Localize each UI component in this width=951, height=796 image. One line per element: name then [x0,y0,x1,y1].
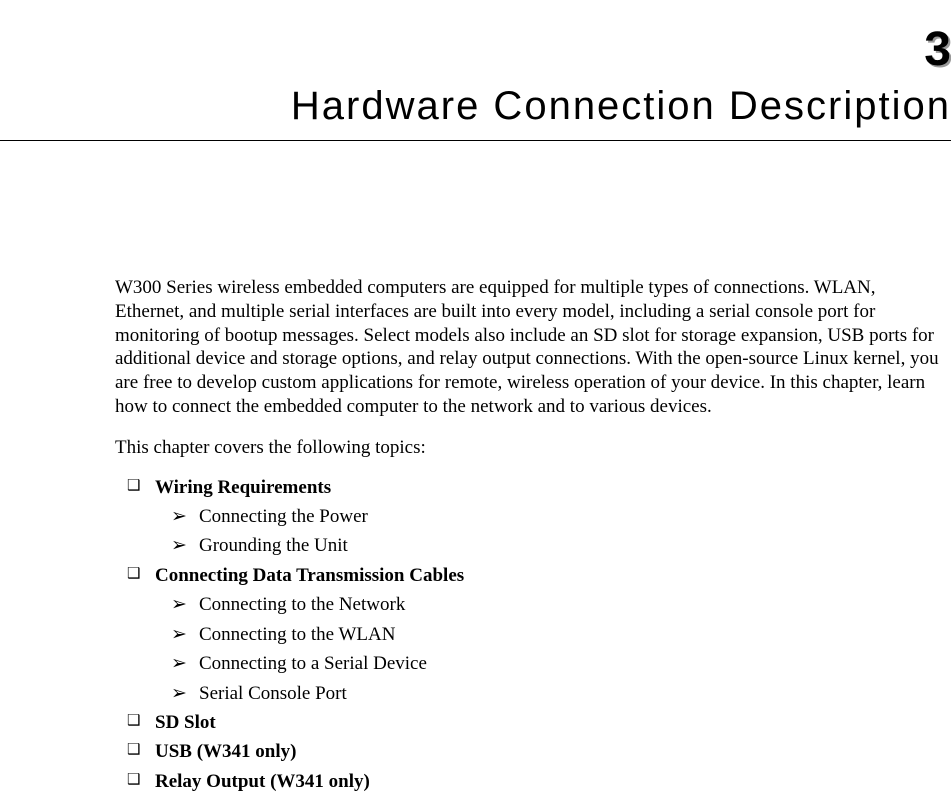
square-bullet-icon: ❑ [127,737,141,764]
topic-usb: ❑ USB (W341 only) [127,737,945,766]
topic-label: USB (W341 only) [155,737,296,766]
topic-data-transmission: ❑ Connecting Data Transmission Cables [127,561,945,590]
chapter-title: Hardware Connection Description [291,84,951,129]
arrow-bullet-icon: ➢ [171,502,185,531]
arrow-bullet-icon: ➢ [171,649,185,678]
topic-sd-slot: ❑ SD Slot [127,708,945,737]
sub-label: Grounding the Unit [199,531,348,560]
intro-paragraph: W300 Series wireless embedded computers … [115,276,945,419]
arrow-bullet-icon: ➢ [171,590,185,619]
sub-label: Serial Console Port [199,679,347,708]
covers-label: This chapter covers the following topics… [115,437,945,459]
sub-connecting-network: ➢ Connecting to the Network [171,590,945,619]
arrow-bullet-icon: ➢ [171,679,185,708]
arrow-bullet-icon: ➢ [171,620,185,649]
topic-list: ❑ Wiring Requirements ➢ Connecting the P… [115,473,945,796]
sub-serial-console: ➢ Serial Console Port [171,679,945,708]
sub-list-wiring: ➢ Connecting the Power ➢ Grounding the U… [127,502,945,561]
sub-label: Connecting to a Serial Device [199,649,427,678]
topic-wiring-requirements: ❑ Wiring Requirements [127,473,945,502]
title-divider [0,140,951,141]
square-bullet-icon: ❑ [127,561,141,588]
sub-connecting-serial: ➢ Connecting to a Serial Device [171,649,945,678]
square-bullet-icon: ❑ [127,767,141,794]
square-bullet-icon: ❑ [127,473,141,500]
sub-label: Connecting to the WLAN [199,620,395,649]
topic-relay-output: ❑ Relay Output (W341 only) [127,767,945,796]
chapter-number: 3 [924,22,951,77]
topic-label: Relay Output (W341 only) [155,767,370,796]
topic-label: SD Slot [155,708,216,737]
content-area: W300 Series wireless embedded computers … [115,276,945,796]
topic-label: Connecting Data Transmission Cables [155,561,464,590]
square-bullet-icon: ❑ [127,708,141,735]
arrow-bullet-icon: ➢ [171,531,185,560]
sub-connecting-power: ➢ Connecting the Power [171,502,945,531]
sub-connecting-wlan: ➢ Connecting to the WLAN [171,620,945,649]
sub-grounding-unit: ➢ Grounding the Unit [171,531,945,560]
topic-label: Wiring Requirements [155,473,331,502]
sub-label: Connecting the Power [199,502,368,531]
sub-list-data-transmission: ➢ Connecting to the Network ➢ Connecting… [127,590,945,708]
sub-label: Connecting to the Network [199,590,405,619]
